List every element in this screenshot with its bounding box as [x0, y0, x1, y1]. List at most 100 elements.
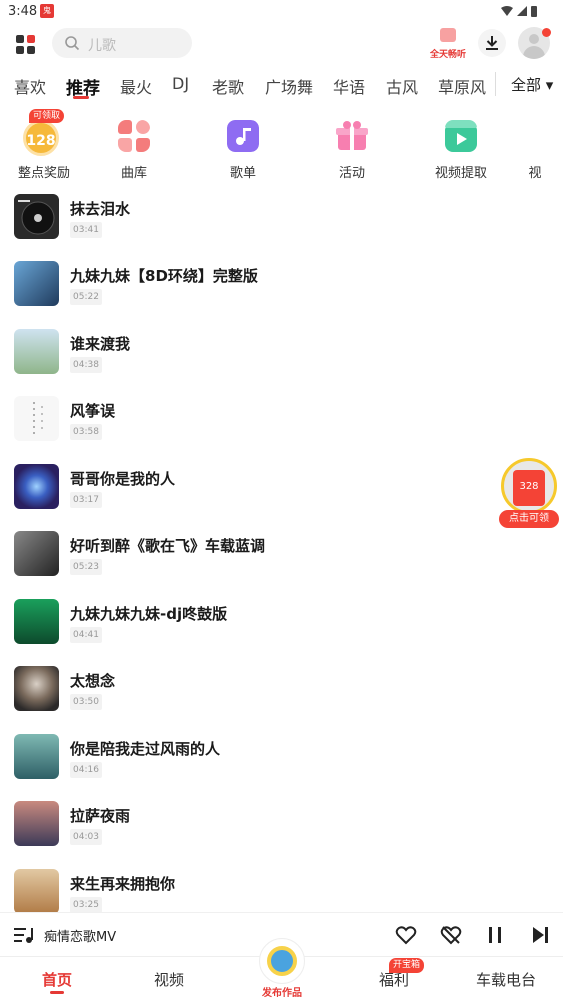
reward-label: 点击可领 — [499, 510, 559, 528]
search-icon — [65, 36, 80, 51]
all-categories-button[interactable]: 全部 ▾ — [511, 74, 553, 95]
nav-active-indicator — [50, 991, 64, 994]
playlist-icon — [227, 120, 259, 152]
song-title: 抹去泪水 — [70, 200, 131, 218]
quick-item-hourly-reward[interactable]: 128 可领取 整点奖励 — [9, 108, 79, 184]
open-treasure-badge: 开宝箱 — [389, 958, 425, 973]
download-icon — [486, 36, 498, 50]
publish-button[interactable]: 发布作品 — [247, 938, 317, 1001]
song-title: 太想念 — [70, 672, 116, 690]
list-item[interactable]: 九妹九妹【8D环绕】完整版 05:22 — [0, 257, 563, 319]
publish-logo-icon — [267, 946, 297, 976]
next-track-icon[interactable] — [529, 924, 551, 946]
tab-oldies[interactable]: 老歌 — [212, 74, 244, 98]
dislike-heart-icon[interactable] — [440, 924, 462, 946]
notification-dot — [542, 28, 551, 37]
song-duration: 04:38 — [70, 357, 102, 373]
song-title: 你是陪我走过风雨的人 — [70, 740, 221, 758]
tab-grassland[interactable]: 草原风 — [438, 74, 486, 98]
song-cover — [14, 396, 59, 441]
nav-video[interactable]: 视频 — [154, 969, 184, 990]
list-item[interactable]: 好听到醉《歌在飞》车载蓝调 05:23 — [0, 527, 563, 589]
song-duration: 03:50 — [70, 694, 102, 710]
quick-entry-row: 128 可领取 整点奖励 曲库 歌单 活动 视频提取 视 — [0, 108, 563, 184]
nav-home[interactable]: 首页 — [42, 969, 72, 990]
tab-like[interactable]: 喜欢 — [14, 74, 46, 98]
quick-item-label: 歌单 — [229, 166, 256, 181]
download-button[interactable] — [478, 29, 506, 57]
list-item[interactable]: 太想念 03:50 — [0, 662, 563, 724]
video-extract-icon — [445, 120, 477, 152]
quick-item-label: 整点奖励 — [17, 166, 70, 181]
vip-gift-icon — [440, 28, 456, 42]
song-cover — [14, 329, 59, 374]
coin-icon: 128 — [23, 120, 59, 156]
quick-item-label: 曲库 — [120, 166, 147, 181]
song-title: 风筝误 — [70, 402, 116, 420]
tab-square-dance[interactable]: 广场舞 — [265, 74, 313, 98]
list-item[interactable]: 风筝误 03:58 — [0, 392, 563, 454]
song-duration: 04:41 — [70, 627, 102, 643]
song-cover — [14, 599, 59, 644]
nav-car-radio[interactable]: 车载电台 — [476, 969, 536, 990]
song-duration: 04:16 — [70, 762, 102, 778]
gift-icon — [336, 121, 368, 150]
quick-item-activity[interactable]: 活动 — [317, 108, 387, 184]
song-title: 好听到醉《歌在飞》车载蓝调 — [70, 537, 266, 555]
song-cover — [14, 464, 59, 509]
quick-item-video-extract[interactable]: 视频提取 — [426, 108, 496, 184]
song-title: 九妹九妹【8D环绕】完整版 — [70, 267, 258, 285]
song-duration: 03:17 — [70, 492, 102, 508]
song-cover — [14, 801, 59, 846]
song-duration: 04:03 — [70, 829, 102, 845]
vip-all-day-button[interactable]: 全天畅听 — [425, 28, 471, 60]
playlist-queue-icon[interactable] — [14, 926, 34, 944]
system-status-icons — [501, 6, 537, 17]
song-cover — [14, 194, 59, 239]
list-item[interactable]: 拉萨夜雨 04:03 — [0, 797, 563, 859]
tab-mandarin[interactable]: 华语 — [333, 74, 365, 98]
quick-item-label: 视 — [528, 166, 542, 181]
tab-hottest[interactable]: 最火 — [120, 74, 152, 98]
list-item[interactable]: 哥哥你是我的人 03:17 — [0, 460, 563, 522]
song-title: 谁来渡我 — [70, 335, 131, 353]
song-duration: 05:22 — [70, 289, 102, 305]
song-cover — [14, 869, 59, 914]
song-title: 九妹九妹九妹-dj咚鼓版 — [70, 605, 228, 623]
search-input[interactable]: 儿歌 — [52, 28, 192, 58]
floating-reward-button[interactable]: 328 点击可领 — [499, 456, 559, 530]
song-cover — [14, 666, 59, 711]
quick-item-library[interactable]: 曲库 — [99, 108, 169, 184]
tab-dj[interactable]: DJ — [172, 74, 189, 93]
like-heart-icon[interactable] — [395, 924, 417, 946]
status-bar: 3:48 鬼 — [0, 0, 563, 24]
song-title: 来生再来拥抱你 — [70, 875, 176, 893]
quick-item-label: 活动 — [338, 166, 365, 181]
publish-label: 发布作品 — [262, 988, 302, 999]
song-title: 拉萨夜雨 — [70, 807, 131, 825]
song-duration: 03:25 — [70, 897, 102, 913]
quick-item-video[interactable]: 视 — [528, 108, 563, 184]
status-time: 3:48 — [8, 4, 38, 19]
vip-label: 全天畅听 — [429, 50, 466, 60]
list-item[interactable]: 抹去泪水 03:41 — [0, 190, 563, 252]
now-playing-title: 痴情恋歌MV — [44, 930, 117, 945]
apps-grid-icon[interactable] — [16, 35, 36, 55]
list-item[interactable]: 九妹九妹九妹-dj咚鼓版 04:41 — [0, 595, 563, 657]
category-tabs: 喜欢 推荐 最火 DJ 老歌 广场舞 华语 古风 草原风 全部 ▾ — [0, 68, 563, 104]
active-tab-indicator — [73, 96, 89, 99]
pause-icon[interactable] — [484, 924, 506, 946]
tab-ancient-style[interactable]: 古风 — [386, 74, 418, 98]
song-cover — [14, 734, 59, 779]
song-duration: 03:58 — [70, 424, 102, 440]
list-item[interactable]: 你是陪我走过风雨的人 04:16 — [0, 730, 563, 792]
top-header: 儿歌 全天畅听 — [0, 24, 563, 64]
list-item[interactable]: 谁来渡我 04:38 — [0, 325, 563, 387]
app-notification-icon: 鬼 — [40, 4, 54, 18]
red-envelope-icon: 328 — [513, 470, 545, 506]
song-title: 哥哥你是我的人 — [70, 470, 176, 488]
quick-item-playlist[interactable]: 歌单 — [208, 108, 278, 184]
claimable-tag: 可领取 — [29, 109, 65, 123]
song-duration: 05:23 — [70, 559, 102, 575]
song-duration: 03:41 — [70, 222, 102, 238]
